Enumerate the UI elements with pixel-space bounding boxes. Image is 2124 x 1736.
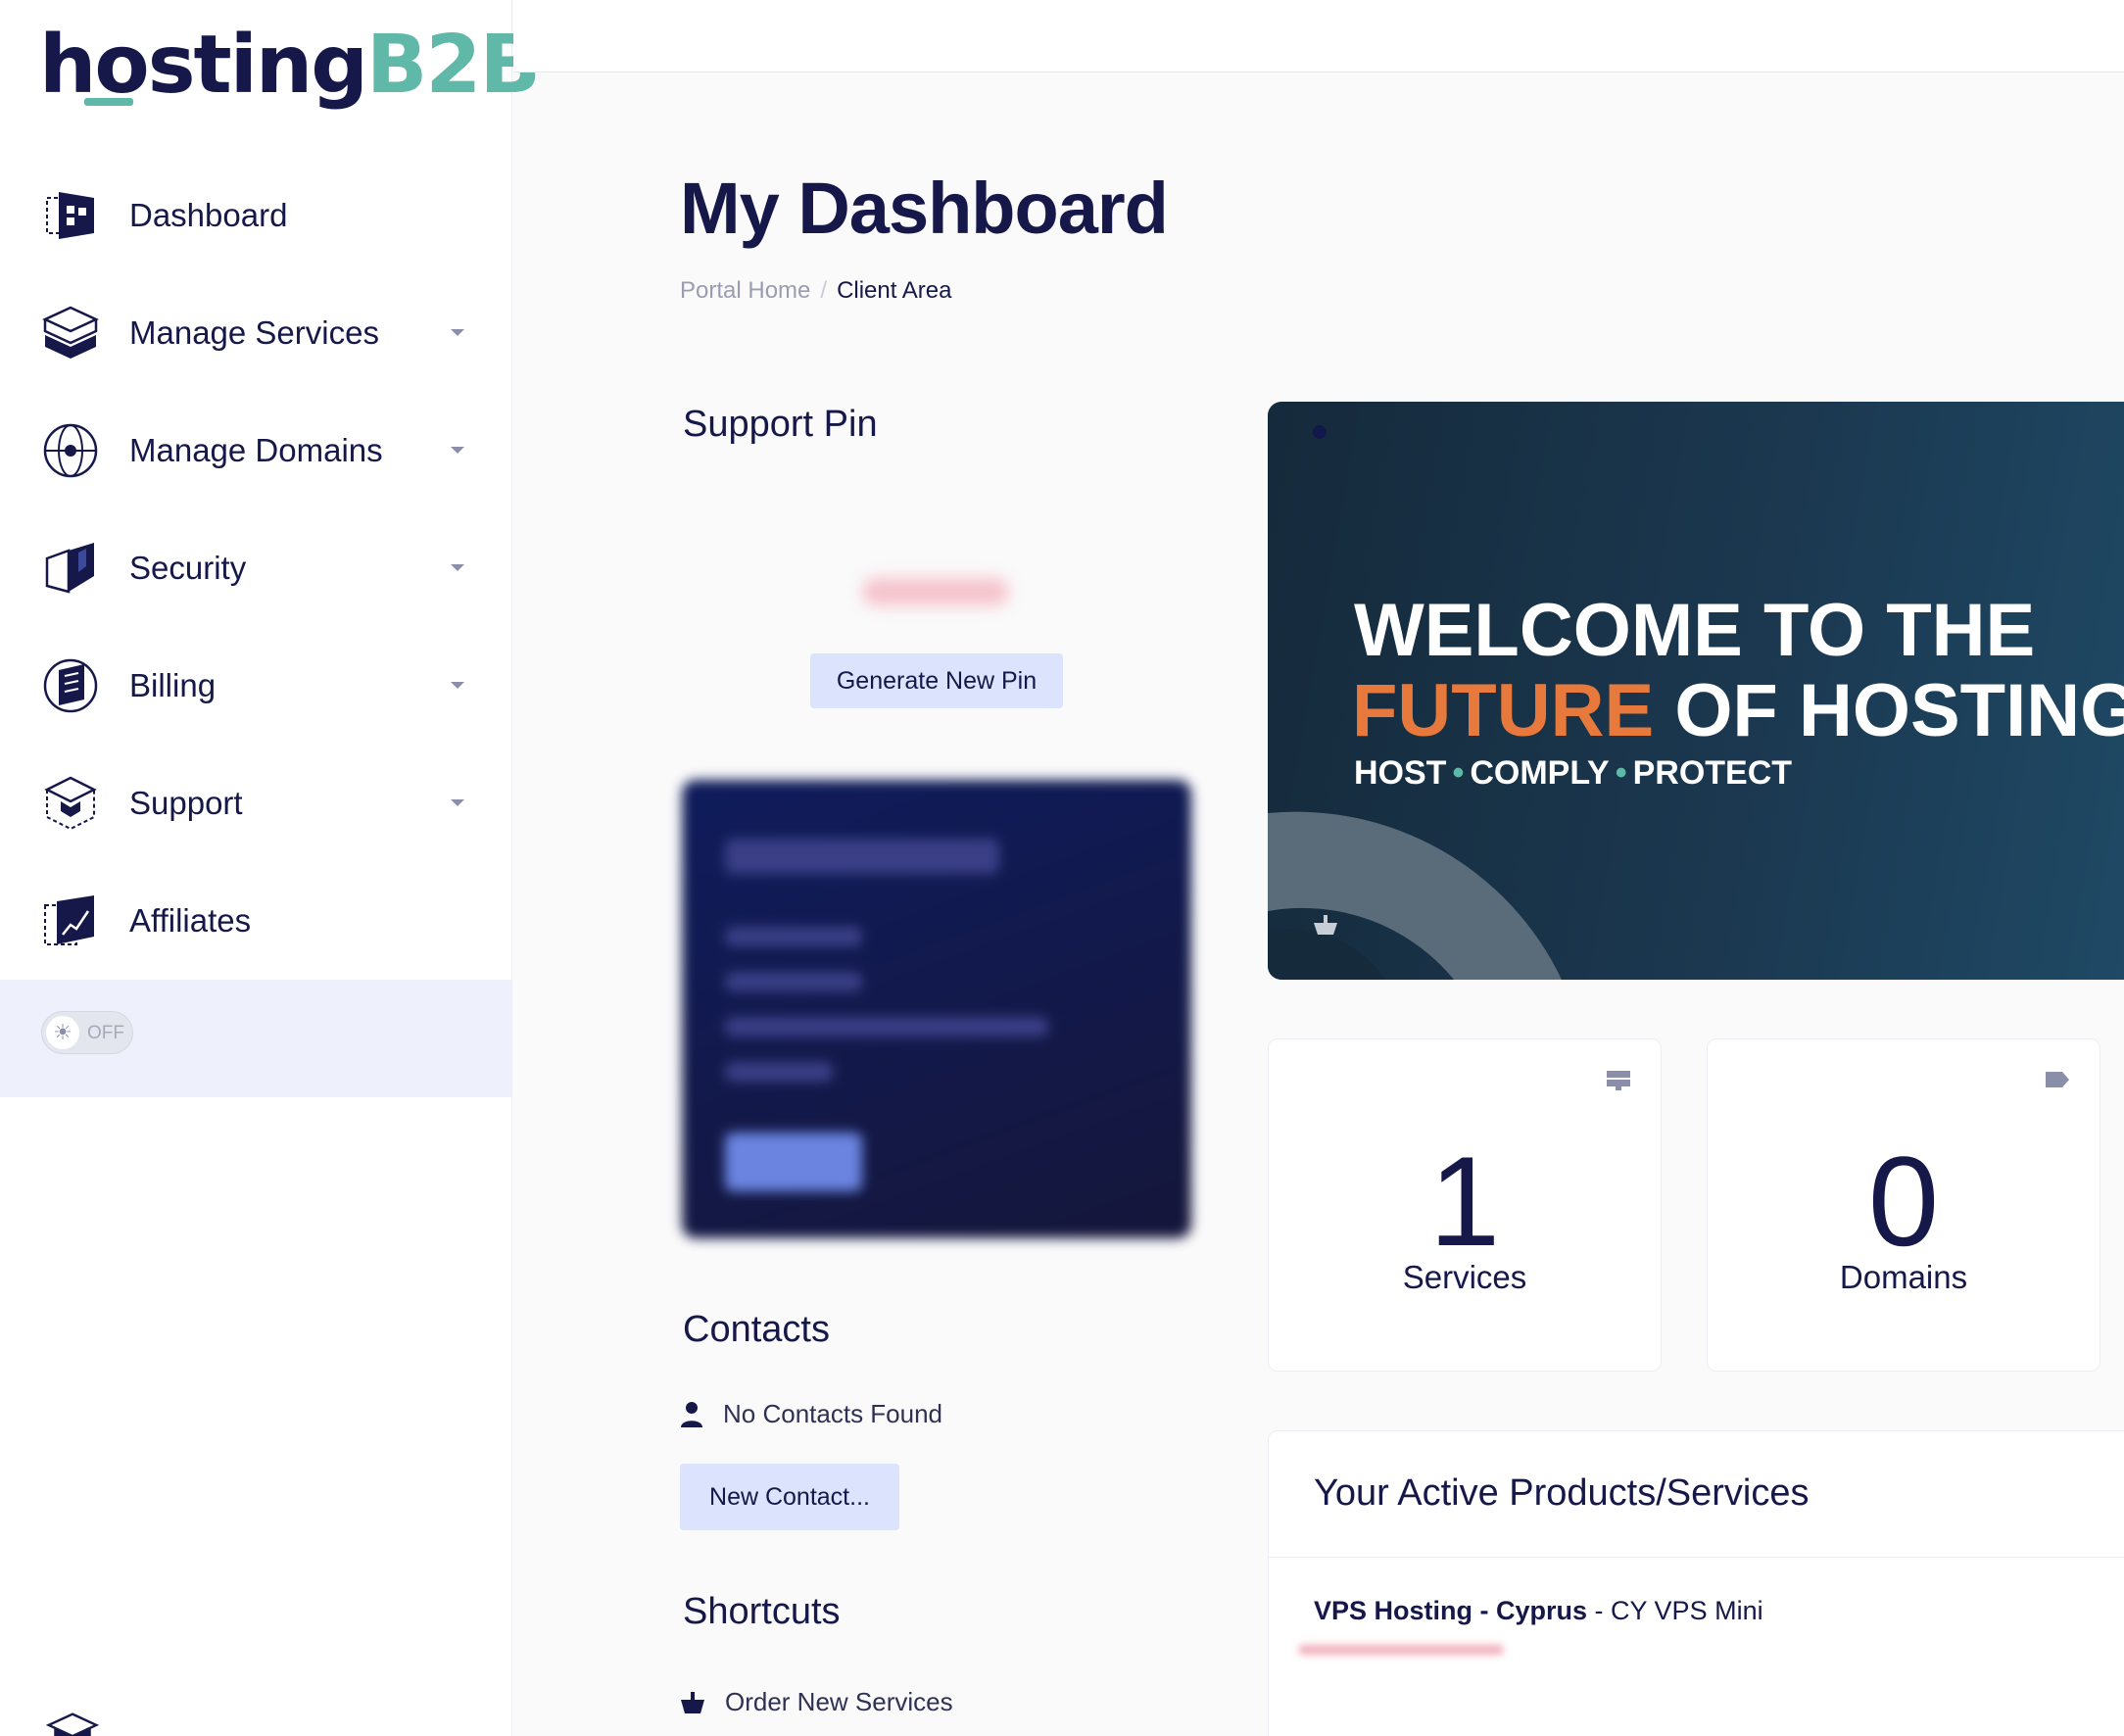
billing-icon (43, 658, 98, 713)
promo-redacted-line (725, 839, 999, 874)
toggle-state-label: OFF (87, 1023, 124, 1043)
sidebar-item-label: Affiliates (129, 902, 252, 939)
product-plan: - CY VPS Mini (1587, 1596, 1763, 1625)
tagline-comply: COMPLY (1470, 754, 1610, 792)
chart-icon (44, 895, 94, 945)
promo-redacted-line (725, 1017, 1048, 1037)
services-label: Services (1402, 1259, 1527, 1295)
sun-icon: ☀ (46, 1016, 79, 1049)
sidebar-item-label: Manage Services (129, 314, 379, 351)
active-products-panel: Your Active Products/Services VPS Hostin… (1268, 1430, 2124, 1736)
server-box-icon (42, 306, 99, 359)
promo-redacted-line (725, 1062, 833, 1082)
promo-redacted-button (725, 1133, 862, 1191)
promo-card-redacted (682, 780, 1191, 1238)
product-name: VPS Hosting - Cyprus (1314, 1596, 1588, 1625)
sidebar-item-manage-domains[interactable]: Manage Domains (0, 392, 512, 509)
brand-logo[interactable]: hostingB2B (39, 25, 541, 106)
person-icon (681, 1401, 702, 1427)
breadcrumb-current: Client Area (837, 277, 952, 304)
shield-book-icon (45, 543, 94, 594)
tag-icon (2046, 1072, 2069, 1087)
chevron-down-icon[interactable] (451, 682, 464, 689)
store-box-icon (45, 1712, 100, 1736)
shortcuts-title: Shortcuts (683, 1591, 841, 1632)
breadcrumb-separator: / (820, 277, 828, 304)
sidebar-item-security[interactable]: Security (0, 509, 512, 627)
new-contact-button[interactable]: New Contact... (680, 1464, 899, 1530)
contacts-empty-state: No Contacts Found (680, 1399, 942, 1429)
sidebar-item-label: Support (129, 785, 243, 821)
sidebar-item-label: Security (129, 550, 247, 586)
banner-tagline: HOST • COMPLY • PROTECT (1354, 754, 1792, 793)
banner-dot (1313, 425, 1327, 439)
product-item[interactable]: VPS Hosting - Cyprus - CY VPS Mini (1314, 1596, 1763, 1626)
dashboard-icon (46, 192, 94, 239)
sidebar-item-label: Manage Domains (129, 432, 383, 468)
dark-mode-row: ☀ OFF (0, 980, 512, 1097)
tagline-protect: PROTECT (1632, 754, 1793, 792)
server-icon (1607, 1071, 1630, 1090)
top-bar (513, 0, 2124, 72)
banner-headline-rest: OF HOSTING (1654, 669, 2124, 752)
divider (1269, 1557, 2124, 1558)
breadcrumb-home-link[interactable]: Portal Home (680, 277, 810, 304)
services-stat-card[interactable]: 1 Services (1268, 1038, 1662, 1372)
tagline-separator: • (1452, 754, 1465, 792)
chevron-down-icon[interactable] (451, 447, 464, 454)
generate-pin-button[interactable]: Generate New Pin (810, 653, 1063, 708)
support-box-icon (44, 776, 97, 831)
sidebar-item-affiliates[interactable]: Affiliates (0, 862, 512, 980)
product-domain-redacted (1298, 1645, 1504, 1655)
sidebar-item-label: Billing (129, 667, 217, 703)
promo-redacted-line (725, 972, 862, 991)
dark-mode-toggle[interactable]: ☀ OFF (41, 1011, 133, 1054)
tagline-host: HOST (1354, 754, 1447, 792)
banner-headline-1: WELCOME TO THE (1354, 589, 2036, 672)
sidebar-item-dashboard[interactable]: Dashboard (0, 157, 512, 274)
sidebar-item-manage-services[interactable]: Manage Services (0, 274, 512, 392)
support-pin-title: Support Pin (683, 404, 878, 445)
sidebar-nav: Dashboard Manage Services Manage Domains (0, 157, 512, 980)
active-products-title: Your Active Products/Services (1314, 1472, 1810, 1514)
globe-icon (43, 423, 98, 478)
chevron-down-icon[interactable] (451, 329, 464, 336)
logo-underline (84, 98, 133, 106)
banner-headline-2: FUTURE OF HOSTING (1352, 668, 2124, 753)
domains-stat-card[interactable]: 0 Domains (1707, 1038, 2100, 1372)
chevron-down-icon[interactable] (451, 799, 464, 806)
contacts-title: Contacts (683, 1309, 830, 1350)
basket-icon (1314, 915, 1337, 935)
domains-count: 0 (1867, 1130, 1940, 1273)
sidebar-item-billing[interactable]: Billing (0, 627, 512, 745)
services-count: 1 (1428, 1130, 1501, 1273)
domains-label: Domains (1839, 1259, 1968, 1295)
promo-redacted-line (725, 927, 862, 946)
welcome-banner[interactable]: WELCOME TO THE FUTURE OF HOSTING HOST • CO… (1268, 402, 2124, 980)
no-contacts-text: No Contacts Found (723, 1399, 943, 1428)
sidebar: hostingB2B Dashboard Manage Services Man… (0, 0, 541, 1736)
chevron-down-icon[interactable] (451, 564, 464, 571)
basket-icon (681, 1691, 704, 1713)
breadcrumb: Portal Home / Client Area (680, 277, 951, 305)
support-pin-value-redacted (862, 578, 1009, 605)
sidebar-item-label: Dashboard (129, 197, 288, 233)
page-title: My Dashboard (680, 168, 1169, 249)
shortcut-label: Order New Services (725, 1687, 953, 1716)
tagline-separator: • (1615, 754, 1627, 792)
shortcut-order-new-services[interactable]: Order New Services (680, 1687, 953, 1717)
sidebar-item-support[interactable]: Support (0, 745, 512, 862)
banner-accent-word: FUTURE (1352, 669, 1655, 752)
